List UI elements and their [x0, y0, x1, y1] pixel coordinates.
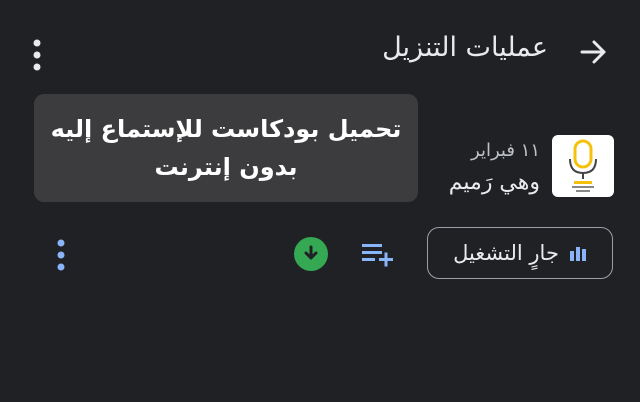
- microphone-logo-icon: [569, 139, 597, 192]
- page-title: عمليات التنزيل: [382, 32, 548, 63]
- tooltip-line-1: تحميل بودكاست للإستماع إليه: [50, 115, 402, 143]
- equalizer-bars-icon: [569, 247, 586, 261]
- playlist-add-icon[interactable]: [360, 240, 396, 268]
- download-tooltip: تحميل بودكاست للإستماع إليه بدون إنترنت: [34, 94, 418, 202]
- top-app-bar: عمليات التنزيل: [0, 0, 640, 100]
- now-playing-button[interactable]: جارٍ التشغيل: [427, 227, 613, 279]
- more-vert-icon[interactable]: [26, 38, 48, 72]
- now-playing-label: جارٍ التشغيل: [453, 241, 559, 265]
- episode-title[interactable]: وهي رَميم: [449, 170, 540, 195]
- tooltip-line-2: بدون إنترنت: [154, 153, 298, 181]
- arrow-right-icon[interactable]: [578, 36, 610, 68]
- download-button[interactable]: [294, 237, 328, 271]
- more-vert-icon[interactable]: [50, 238, 72, 272]
- download-done-icon: [304, 245, 318, 260]
- episode-date: ١١ فبراير: [471, 140, 540, 161]
- podcast-thumbnail[interactable]: [552, 135, 614, 197]
